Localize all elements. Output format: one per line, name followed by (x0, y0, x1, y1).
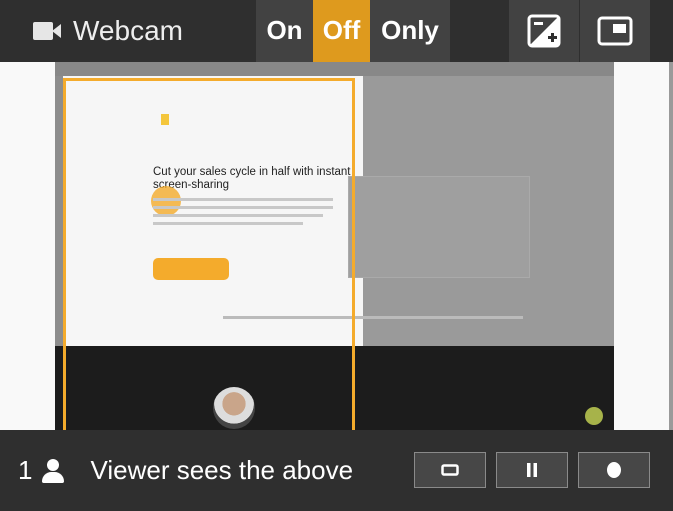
mode-on-button[interactable]: On (256, 0, 313, 62)
mode-off-button[interactable]: Off (313, 0, 370, 62)
viewer-status: 1 Viewer sees the above (18, 455, 353, 486)
webcam-section: Webcam (33, 13, 183, 49)
screen-preview-area: Cut your sales cycle in half with instan… (0, 62, 669, 438)
right-border (669, 62, 673, 430)
browser-tab-strip (55, 62, 614, 76)
video-camera-icon (33, 20, 63, 42)
dimmed-dialog (348, 176, 530, 278)
window-icon (441, 464, 459, 476)
cursor-indicator (151, 186, 181, 216)
top-toolbar: Webcam On Off Only (0, 0, 673, 62)
page-headline: Cut your sales cycle in half with instan… (153, 166, 351, 191)
person-icon (40, 458, 66, 484)
bottom-status-bar: 1 Viewer sees the above (0, 430, 673, 511)
exposure-button[interactable] (509, 0, 579, 62)
cta-button-preview (153, 258, 229, 280)
pause-icon (527, 463, 537, 477)
exposure-icon (527, 14, 561, 48)
picture-in-picture-icon (597, 16, 633, 46)
shared-web-page: Cut your sales cycle in half with instan… (63, 76, 614, 346)
status-text: Viewer sees the above (90, 455, 354, 485)
webcam-label: Webcam (73, 15, 183, 46)
record-icon (607, 462, 621, 478)
viewer-count: 1 (18, 455, 33, 485)
webcam-mode-toggle: On Off Only (256, 0, 450, 62)
screen-preview-image: Cut your sales cycle in half with instan… (55, 62, 614, 430)
highlighted-region (63, 76, 363, 346)
site-logo (161, 114, 169, 125)
pause-button[interactable] (496, 452, 568, 488)
webcam-avatar (213, 387, 255, 429)
dark-footer-region (55, 346, 614, 430)
chat-widget-icon (585, 407, 603, 425)
record-button[interactable] (578, 452, 650, 488)
pip-button[interactable] (580, 0, 650, 62)
mode-only-button[interactable]: Only (370, 0, 450, 62)
window-button[interactable] (414, 452, 486, 488)
